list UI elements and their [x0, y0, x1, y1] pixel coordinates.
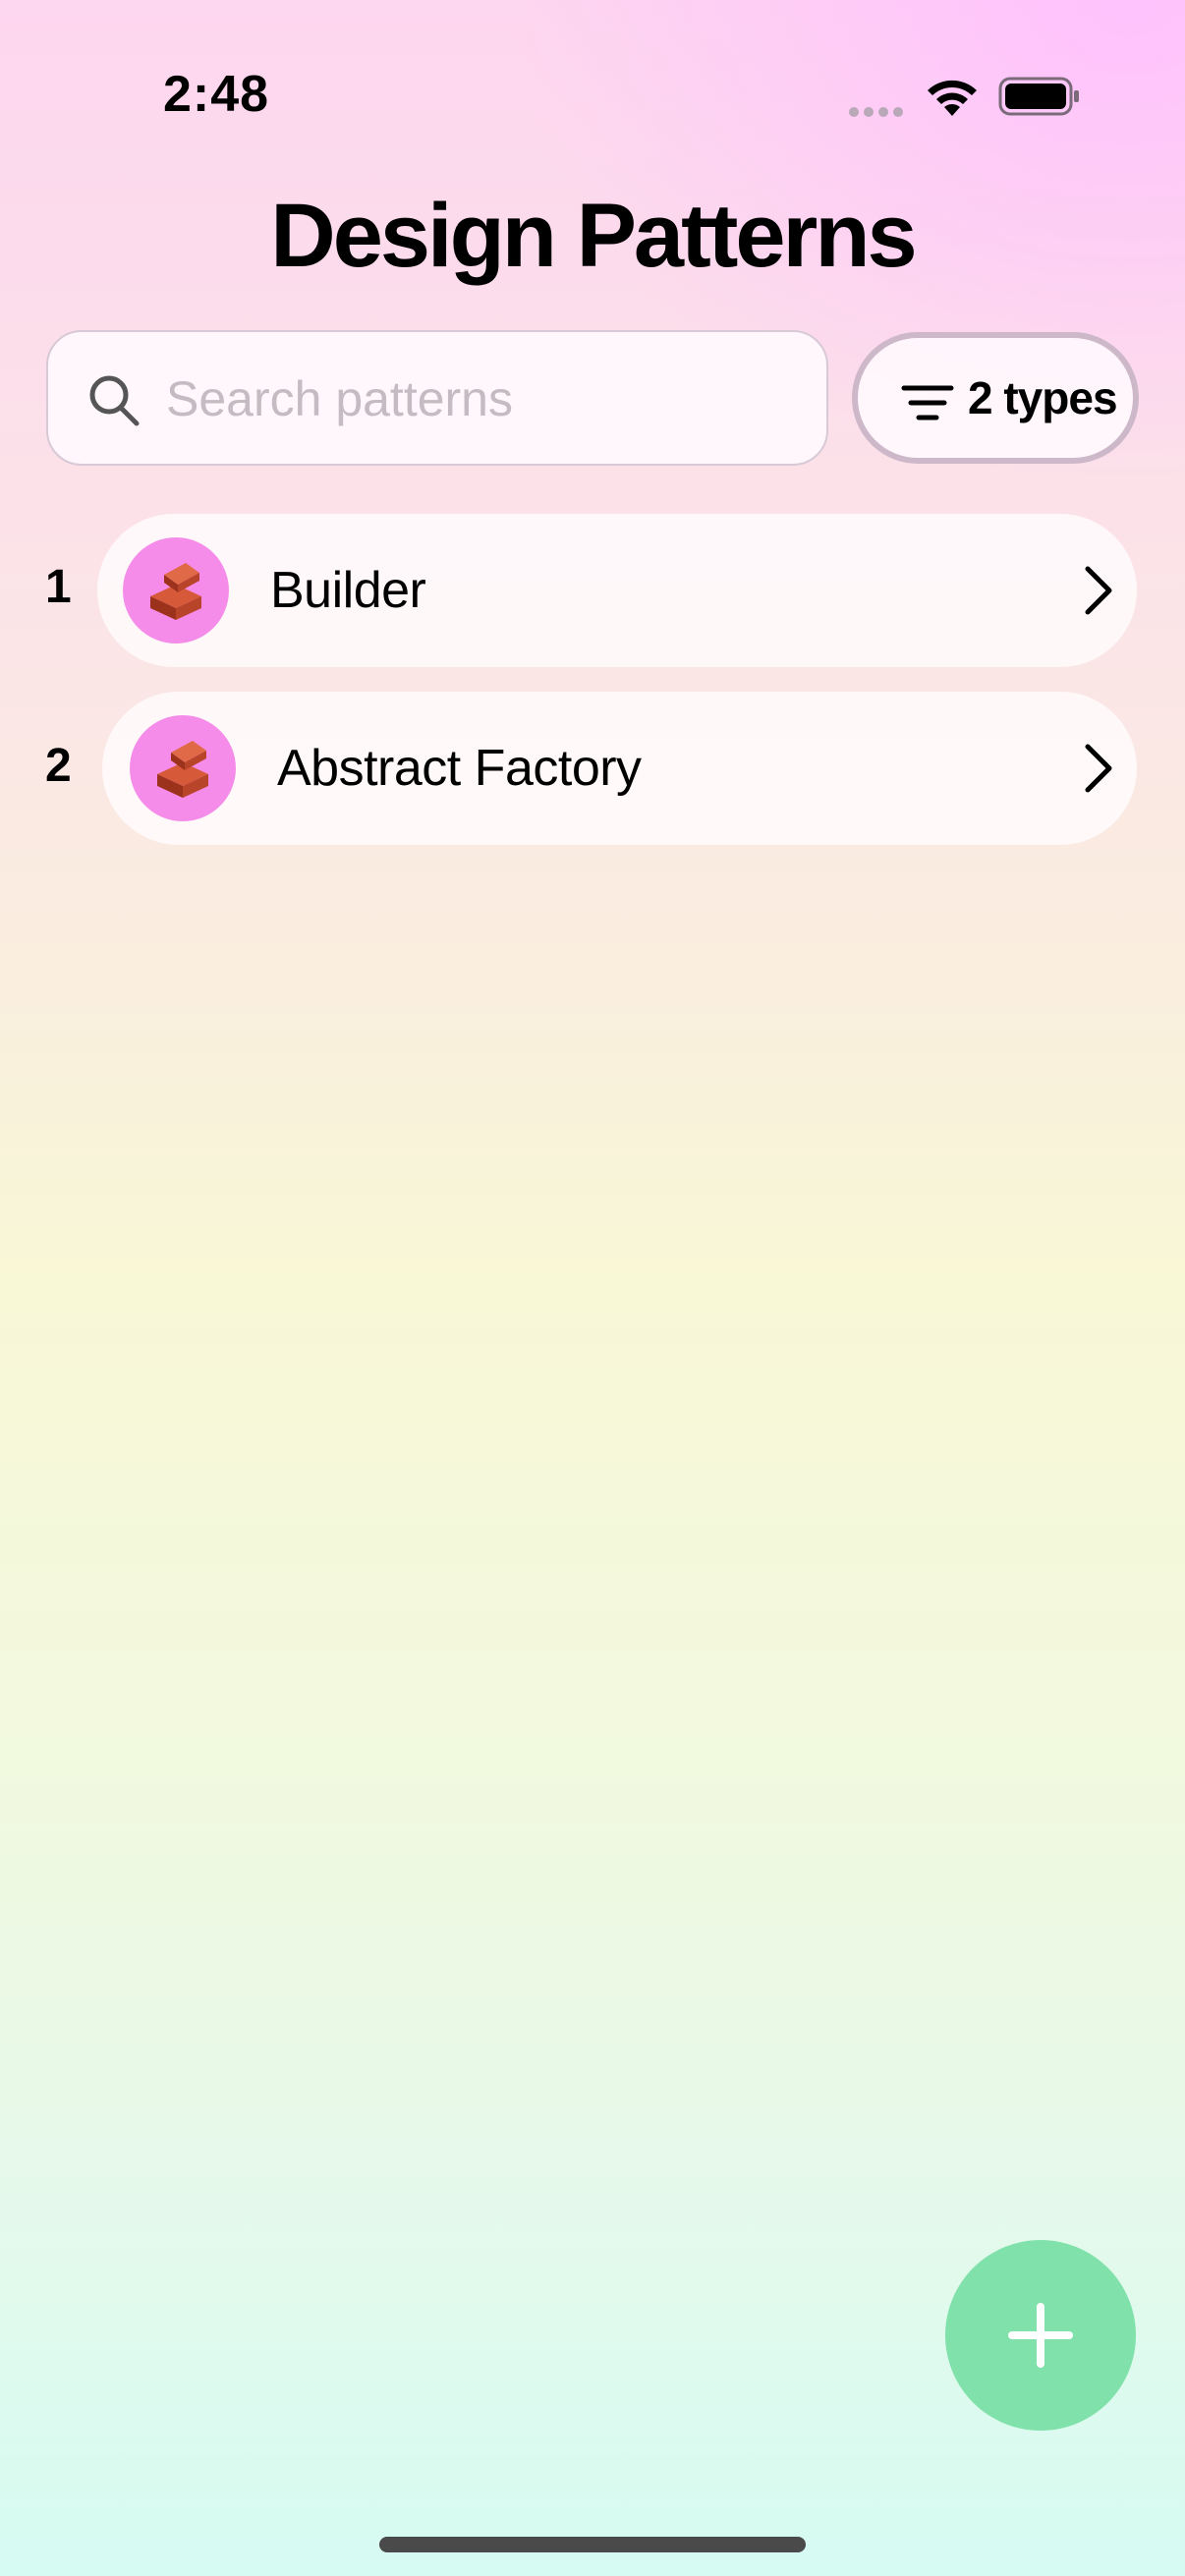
status-time: 2:48: [163, 66, 270, 123]
pattern-name: Builder: [270, 562, 426, 619]
pattern-icon-circle: [123, 537, 229, 644]
row-index: 1: [45, 561, 72, 613]
bricks-icon: [157, 741, 208, 798]
home-indicator[interactable]: [379, 2537, 806, 2552]
add-button[interactable]: [945, 2240, 1136, 2431]
battery-icon: [998, 77, 1079, 116]
chevron-right-icon: [1085, 566, 1112, 615]
filter-label: 2 types: [968, 372, 1118, 423]
row-index: 2: [45, 740, 72, 792]
filter-icon: [901, 385, 954, 420]
filter-button[interactable]: 2 types: [852, 332, 1139, 464]
pattern-item-builder[interactable]: Builder: [97, 514, 1137, 667]
search-box[interactable]: [46, 330, 828, 466]
pattern-name: Abstract Factory: [277, 740, 642, 797]
chevron-right-icon: [1085, 744, 1112, 793]
bricks-icon: [150, 563, 201, 620]
pattern-item-abstract-factory[interactable]: Abstract Factory: [102, 692, 1137, 845]
search-input[interactable]: [166, 362, 795, 436]
page-title: Design Patterns: [270, 186, 917, 286]
plus-icon: [1008, 2303, 1073, 2368]
signal-dots-icon: [849, 104, 908, 117]
search-icon: [89, 375, 140, 426]
status-bar: 2:48: [0, 0, 1185, 187]
pattern-icon-circle: [130, 715, 236, 821]
wifi-icon: [928, 80, 977, 116]
